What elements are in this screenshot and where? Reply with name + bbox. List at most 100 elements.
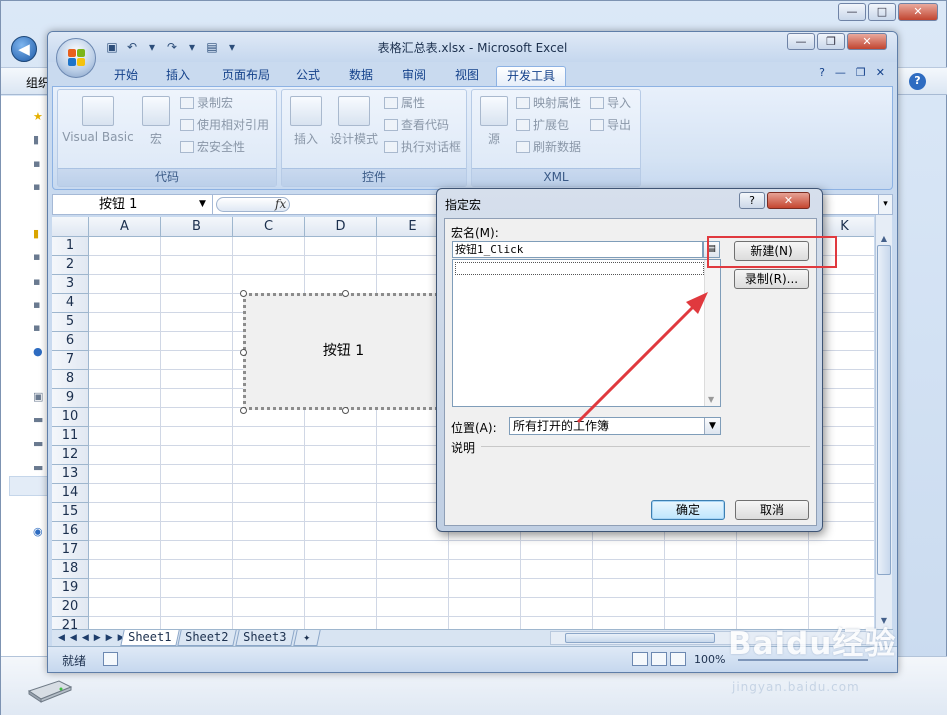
row-header[interactable]: 18 xyxy=(52,560,89,579)
cancel-button[interactable]: 取消 xyxy=(735,500,809,520)
macro-list-scrollbar[interactable]: ▼ xyxy=(704,260,720,406)
documents-icon[interactable]: ▪ xyxy=(33,299,47,311)
macro-list-focus-row[interactable] xyxy=(455,262,704,275)
expand-formula-bar-icon[interactable]: ▾ xyxy=(878,195,892,214)
vertical-scroll-thumb[interactable] xyxy=(877,245,891,575)
name-box[interactable]: 按钮 1 xyxy=(53,195,213,214)
select-all-corner[interactable] xyxy=(52,217,89,237)
page-layout-view-icon[interactable] xyxy=(651,652,667,666)
map-properties-button[interactable]: 映射属性 xyxy=(516,94,581,112)
row-header[interactable]: 11 xyxy=(52,427,89,446)
selected-nav-item[interactable] xyxy=(9,476,49,496)
scroll-up-arrow-icon[interactable]: ▲ xyxy=(877,231,891,246)
run-dialog-button[interactable]: 执行对话框 xyxy=(384,138,461,156)
row-header[interactable]: 4 xyxy=(52,294,89,313)
column-header[interactable]: D xyxy=(305,217,377,237)
column-header[interactable]: A xyxy=(89,217,161,237)
macro-name-input[interactable]: 按钮1_Click xyxy=(452,241,703,258)
row-header[interactable]: 3 xyxy=(52,275,89,294)
minimize-button[interactable]: — xyxy=(787,33,815,50)
import-button[interactable]: 导入 xyxy=(590,94,631,112)
location-select[interactable]: 所有打开的工作簿 ▼ xyxy=(509,417,721,435)
tab-home[interactable]: 开始 xyxy=(104,66,148,86)
sheet-tab-2[interactable]: Sheet2 xyxy=(177,630,237,646)
row-header[interactable]: 14 xyxy=(52,484,89,503)
vertical-scrollbar[interactable]: ▲ ▼ xyxy=(875,215,892,630)
libraries-icon[interactable]: ▮ xyxy=(33,228,47,240)
column-header[interactable]: B xyxy=(161,217,233,237)
office-button[interactable] xyxy=(56,38,96,78)
location-dropdown-icon[interactable]: ▼ xyxy=(704,418,720,434)
row-header[interactable]: 12 xyxy=(52,446,89,465)
row-header[interactable]: 17 xyxy=(52,541,89,560)
row-header[interactable]: 7 xyxy=(52,351,89,370)
favorites-star-icon[interactable]: ★ xyxy=(33,111,47,123)
resize-handle-top[interactable] xyxy=(342,290,349,297)
restore-button[interactable]: ❐ xyxy=(817,33,845,50)
row-header[interactable]: 16 xyxy=(52,522,89,541)
sheet-navigation-arrows-icon[interactable]: ◀◀◀▶▶▶ xyxy=(58,630,130,646)
recent-places-icon[interactable]: ▪ xyxy=(33,181,47,193)
insert-control-button[interactable]: 插入 xyxy=(286,96,326,147)
local-disk-icon[interactable]: ▬ xyxy=(33,414,47,426)
name-box-dropdown-icon[interactable]: ▼ xyxy=(199,195,206,214)
tab-page-layout[interactable]: 页面布局 xyxy=(212,66,280,86)
row-header[interactable]: 20 xyxy=(52,598,89,617)
back-arrow-icon[interactable]: ◀ xyxy=(11,36,37,62)
desktop-icon[interactable]: ▪ xyxy=(33,158,47,170)
disk-e-icon[interactable]: ▬ xyxy=(33,462,47,474)
row-header[interactable]: 6 xyxy=(52,332,89,351)
help-icon[interactable]: ? xyxy=(819,66,825,79)
visual-basic-button[interactable]: Visual Basic xyxy=(62,96,134,144)
computer-icon[interactable]: ▣ xyxy=(33,391,47,403)
refresh-data-button[interactable]: 刷新数据 xyxy=(516,138,581,156)
row-header[interactable]: 9 xyxy=(52,389,89,408)
record-macro-button[interactable]: 录制宏 xyxy=(180,94,233,112)
sheet-tab-1[interactable]: Sheet1 xyxy=(120,630,180,646)
design-mode-button[interactable]: 设计模式 xyxy=(328,96,380,147)
tab-data[interactable]: 数据 xyxy=(339,66,383,86)
row-header[interactable]: 15 xyxy=(52,503,89,522)
row-header[interactable]: 13 xyxy=(52,465,89,484)
column-header[interactable]: C xyxy=(233,217,305,237)
zoom-level[interactable]: 100% xyxy=(694,653,725,666)
expansion-packs-button[interactable]: 扩展包 xyxy=(516,116,569,134)
ok-button[interactable]: 确定 xyxy=(651,500,725,520)
workbook-close-icon[interactable]: ✕ xyxy=(876,66,885,79)
tab-formulas[interactable]: 公式 xyxy=(286,66,330,86)
normal-view-icon[interactable] xyxy=(632,652,648,666)
disk-d-icon[interactable]: ▬ xyxy=(33,438,47,450)
pictures-icon[interactable]: ▪ xyxy=(33,276,47,288)
macro-security-button[interactable]: 宏安全性 xyxy=(180,138,245,156)
row-header[interactable]: 1 xyxy=(52,237,89,256)
page-break-preview-icon[interactable] xyxy=(670,652,686,666)
close-button[interactable]: ✕ xyxy=(847,33,887,50)
view-code-button[interactable]: 查看代码 xyxy=(384,116,449,134)
background-minimize-button[interactable]: — xyxy=(838,3,866,21)
music-icon[interactable]: ▪ xyxy=(33,322,47,334)
form-control-button[interactable]: 按钮 1 xyxy=(240,290,444,414)
export-button[interactable]: 导出 xyxy=(590,116,631,134)
help-icon[interactable]: ? xyxy=(909,73,926,90)
resize-handle-top-left[interactable] xyxy=(240,290,247,297)
row-header[interactable]: 19 xyxy=(52,579,89,598)
insert-sheet-tab[interactable]: ✦ xyxy=(293,630,321,646)
resize-handle-bottom[interactable] xyxy=(342,407,349,414)
use-relative-references-button[interactable]: 使用相对引用 xyxy=(180,116,269,134)
tab-developer[interactable]: 开发工具 xyxy=(496,66,566,86)
dialog-close-button[interactable]: ✕ xyxy=(767,192,810,209)
row-header[interactable]: 2 xyxy=(52,256,89,275)
macro-list[interactable]: ▼ xyxy=(452,259,721,407)
record-macro-dialog-button[interactable]: 录制(R)... xyxy=(734,269,809,289)
horizontal-scroll-thumb[interactable] xyxy=(565,633,715,643)
properties-button[interactable]: 属性 xyxy=(384,94,425,112)
list-scroll-down-icon[interactable]: ▼ xyxy=(708,395,714,404)
background-close-button[interactable]: ✕ xyxy=(898,3,938,21)
homegroup-icon[interactable]: ● xyxy=(33,346,47,358)
tab-view[interactable]: 视图 xyxy=(445,66,489,86)
row-header[interactable]: 5 xyxy=(52,313,89,332)
workbook-minimize-icon[interactable]: — xyxy=(835,66,846,79)
row-header[interactable]: 10 xyxy=(52,408,89,427)
dialog-help-button[interactable]: ? xyxy=(739,192,765,209)
tab-review[interactable]: 审阅 xyxy=(392,66,436,86)
